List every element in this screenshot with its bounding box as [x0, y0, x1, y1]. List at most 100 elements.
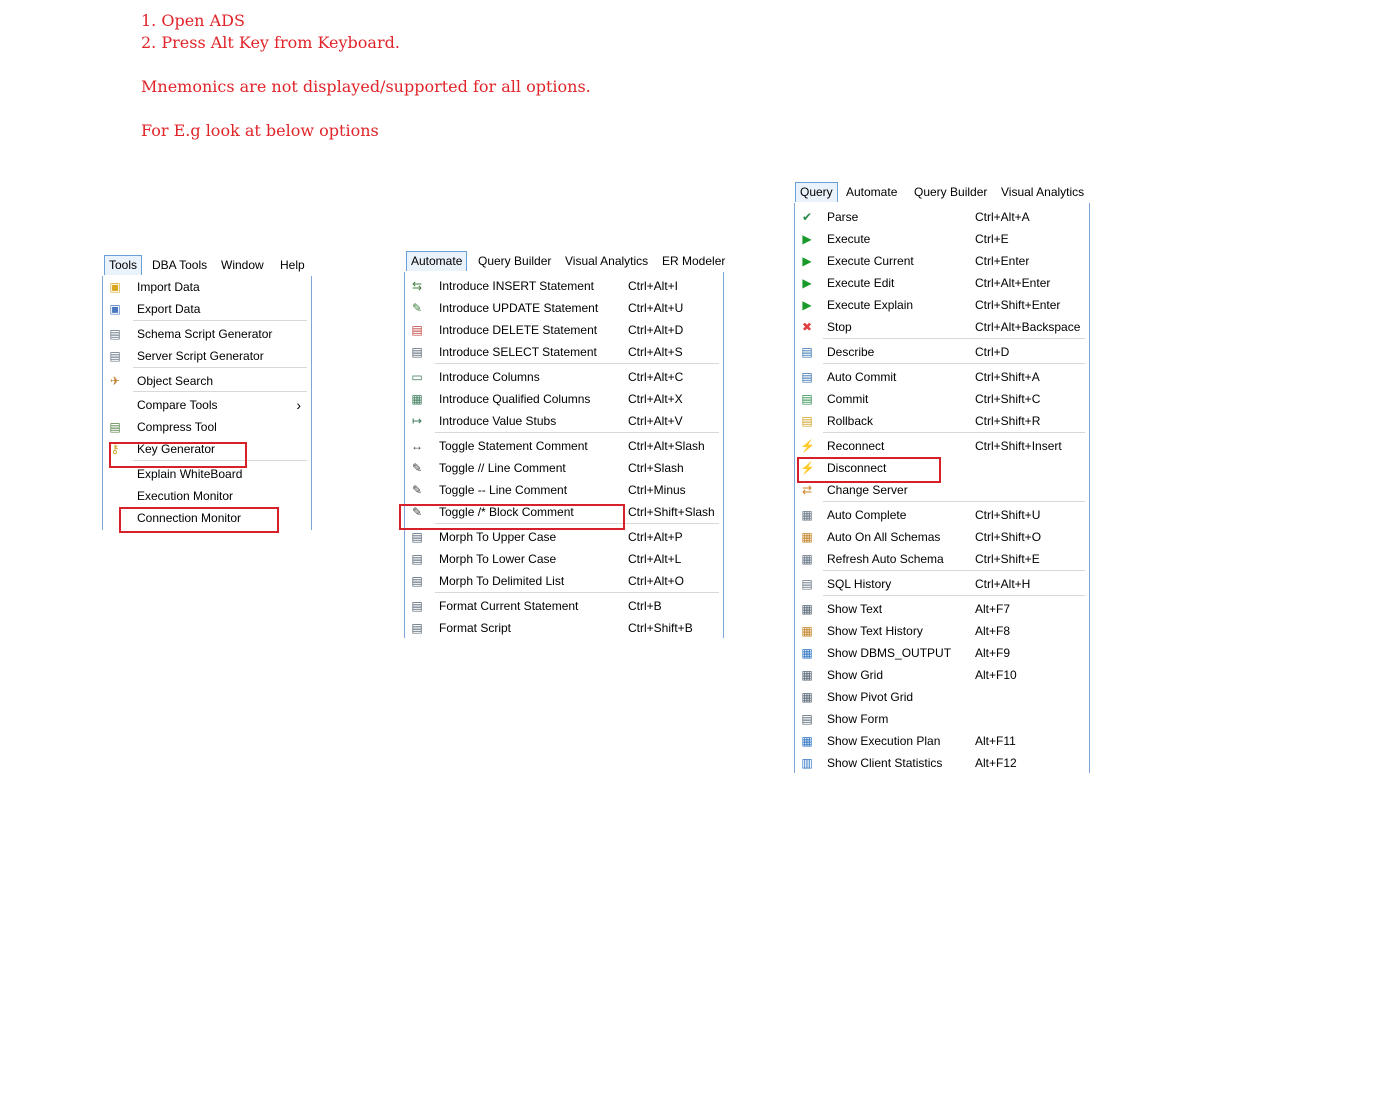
- menu-item-execute-explain[interactable]: ▶ Execute Explain Ctrl+Shift+Enter: [795, 294, 1089, 316]
- object-search-icon: ✈: [109, 374, 121, 388]
- menu-item-label: Rollback: [827, 414, 874, 428]
- menu-item-show-text-history[interactable]: ▦ Show Text History Alt+F8: [795, 620, 1089, 642]
- menu-item-schema-script-generator[interactable]: ▤ Schema Script Generator: [103, 323, 311, 345]
- parse-icon: ✔: [801, 210, 813, 224]
- menu-item-shortcut: Ctrl+Shift+A: [975, 370, 1040, 384]
- menu-item-morph-to-delimited-list[interactable]: ▤ Morph To Delimited List Ctrl+Alt+O: [405, 570, 723, 592]
- menu-item-label: Auto Complete: [827, 508, 907, 522]
- menu-item-introduce-select-statement[interactable]: ▤ Introduce SELECT Statement Ctrl+Alt+S: [405, 341, 723, 363]
- menubar-dba-tools[interactable]: DBA Tools: [152, 256, 207, 275]
- show-dbms-output-icon: ▦: [801, 646, 813, 660]
- menubar-er-modeler[interactable]: ER Modeler: [662, 252, 725, 271]
- menu-item-shortcut: Ctrl+Shift+U: [975, 508, 1041, 522]
- menu-item-auto-complete[interactable]: ▦ Auto Complete Ctrl+Shift+U: [795, 504, 1089, 526]
- menu-item-server-script-generator[interactable]: ▤ Server Script Generator: [103, 345, 311, 367]
- menu-item-shortcut: Alt+F9: [975, 646, 1011, 660]
- menu-item-shortcut: Ctrl+Alt+H: [975, 577, 1031, 591]
- menu-item-shortcut: Ctrl+Alt+X: [628, 392, 683, 406]
- menu-item-show-client-statistics[interactable]: ▥ Show Client Statistics Alt+F12: [795, 752, 1089, 774]
- menubar-query-builder[interactable]: Query Builder: [914, 183, 987, 202]
- execute-current-icon: ▶: [802, 254, 812, 268]
- menu-item-format-current-statement[interactable]: ▤ Format Current Statement Ctrl+B: [405, 595, 723, 617]
- menubar-automate[interactable]: Automate: [406, 251, 468, 271]
- menu-item-introduce-update-statement[interactable]: ✎ Introduce UPDATE Statement Ctrl+Alt+U: [405, 297, 723, 319]
- import-icon: ▣: [109, 280, 121, 294]
- menu-item-show-pivot-grid[interactable]: ▦ Show Pivot Grid: [795, 686, 1089, 708]
- menu-item-introduce-qualified-columns[interactable]: ▦ Introduce Qualified Columns Ctrl+Alt+X: [405, 388, 723, 410]
- menubar-tools[interactable]: Tools: [104, 255, 143, 275]
- menu-item-compare-tools[interactable]: Compare Tools ›: [103, 394, 311, 416]
- menu-item-execute-edit[interactable]: ▶ Execute Edit Ctrl+Alt+Enter: [795, 272, 1089, 294]
- menu-item-label: Introduce UPDATE Statement: [439, 301, 599, 315]
- menu-item-sql-history[interactable]: ▤ SQL History Ctrl+Alt+H: [795, 573, 1089, 595]
- annotation-highlight-box: [797, 457, 941, 483]
- menu-item-introduce-value-stubs[interactable]: ↦ Introduce Value Stubs Ctrl+Alt+V: [405, 410, 723, 432]
- menu-item-show-form[interactable]: ▤ Show Form: [795, 708, 1089, 730]
- menu-separator: [823, 363, 1085, 364]
- menu-separator: [133, 391, 307, 392]
- menu-item-execute[interactable]: ▶ Execute Ctrl+E: [795, 228, 1089, 250]
- menu-item-introduce-columns[interactable]: ▭ Introduce Columns Ctrl+Alt+C: [405, 366, 723, 388]
- menubar-query[interactable]: Query: [795, 182, 838, 202]
- menu-item-label: Show Grid: [827, 668, 884, 682]
- menu-separator: [823, 595, 1085, 596]
- menu-item-execute-current[interactable]: ▶ Execute Current Ctrl+Enter: [795, 250, 1089, 272]
- menu-item-toggle-line-comment[interactable]: ✎ Toggle -- Line Comment Ctrl+Minus: [405, 479, 723, 501]
- menu-item-shortcut: Ctrl+Alt+Slash: [628, 439, 705, 453]
- menu-item-format-script[interactable]: ▤ Format Script Ctrl+Shift+B: [405, 617, 723, 639]
- menu-item-introduce-delete-statement[interactable]: ▤ Introduce DELETE Statement Ctrl+Alt+D: [405, 319, 723, 341]
- show-exec-plan-icon: ▦: [801, 734, 813, 748]
- menu-item-import-data[interactable]: ▣ Import Data: [103, 276, 311, 298]
- menu-item-introduce-insert-statement[interactable]: ⇆ Introduce INSERT Statement Ctrl+Alt+I: [405, 275, 723, 297]
- menu-item-compress-tool[interactable]: ▤ Compress Tool: [103, 416, 311, 438]
- menu-item-label: Introduce Value Stubs: [439, 414, 557, 428]
- menu-item-shortcut: Ctrl+Alt+P: [628, 530, 683, 544]
- menu-item-auto-commit[interactable]: ▤ Auto Commit Ctrl+Shift+A: [795, 366, 1089, 388]
- menubar-query-builder[interactable]: Query Builder: [478, 252, 551, 271]
- menu-item-shortcut: Alt+F11: [975, 734, 1016, 748]
- menu-item-show-dbms-output[interactable]: ▦ Show DBMS_OUTPUT Alt+F9: [795, 642, 1089, 664]
- menu-item-label: Execution Monitor: [137, 489, 234, 503]
- menu-separator: [823, 338, 1085, 339]
- menu-item-rollback[interactable]: ▤ Rollback Ctrl+Shift+R: [795, 410, 1089, 432]
- menubar-visual-analytics[interactable]: Visual Analytics: [1001, 183, 1084, 202]
- menubar-help[interactable]: Help: [280, 256, 305, 275]
- menubar-visual-analytics[interactable]: Visual Analytics: [565, 252, 648, 271]
- menu-item-label: Stop: [827, 320, 852, 334]
- menu-item-reconnect[interactable]: ⚡ Reconnect Ctrl+Shift+Insert: [795, 435, 1089, 457]
- menu-item-shortcut: Ctrl+Shift+Slash: [628, 505, 715, 519]
- menu-item-shortcut: Alt+F12: [975, 756, 1017, 770]
- menu-item-label: Toggle Statement Comment: [439, 439, 588, 453]
- menu-item-label: Show Execution Plan: [827, 734, 941, 748]
- menu-separator: [823, 570, 1085, 571]
- menu-item-morph-to-lower-case[interactable]: ▤ Morph To Lower Case Ctrl+Alt+L: [405, 548, 723, 570]
- show-pivot-grid-icon: ▦: [801, 690, 813, 704]
- menu-item-describe[interactable]: ▤ Describe Ctrl+D: [795, 341, 1089, 363]
- menubar-window[interactable]: Window: [221, 256, 264, 275]
- menu-item-parse[interactable]: ✔ Parse Ctrl+Alt+A: [795, 206, 1089, 228]
- menu-item-show-text[interactable]: ▦ Show Text Alt+F7: [795, 598, 1089, 620]
- menu-item-object-search[interactable]: ✈ Object Search: [103, 370, 311, 392]
- menu-item-show-execution-plan[interactable]: ▦ Show Execution Plan Alt+F11: [795, 730, 1089, 752]
- menu-item-commit[interactable]: ▤ Commit Ctrl+Shift+C: [795, 388, 1089, 410]
- describe-icon: ▤: [801, 345, 813, 359]
- menu-item-shortcut: Alt+F7: [975, 602, 1011, 616]
- menu-item-toggle-statement-comment[interactable]: ↔ Toggle Statement Comment Ctrl+Alt+Slash: [405, 435, 723, 457]
- menu-item-toggle-line-comment[interactable]: ✎ Toggle // Line Comment Ctrl+Slash: [405, 457, 723, 479]
- change-server-icon: ⇄: [801, 483, 813, 497]
- note-line: For E.g look at below options: [141, 121, 379, 140]
- menu-item-auto-on-all-schemas[interactable]: ▦ Auto On All Schemas Ctrl+Shift+O: [795, 526, 1089, 548]
- tools-menu-screenshot: Tools DBA Tools Window Help ▣ Import Data…: [102, 255, 314, 533]
- menu-item-execution-monitor[interactable]: Execution Monitor: [103, 485, 311, 507]
- menu-item-label: SQL History: [827, 577, 892, 591]
- menu-item-refresh-auto-schema[interactable]: ▦ Refresh Auto Schema Ctrl+Shift+E: [795, 548, 1089, 570]
- menu-item-shortcut: Ctrl+Shift+O: [975, 530, 1042, 544]
- menu-item-show-grid[interactable]: ▦ Show Grid Alt+F10: [795, 664, 1089, 686]
- menu-item-shortcut: Ctrl+Shift+Enter: [975, 298, 1061, 312]
- auto-complete-icon: ▦: [801, 508, 813, 522]
- menu-item-label: Export Data: [137, 302, 201, 316]
- menubar-automate[interactable]: Automate: [846, 183, 897, 202]
- menu-item-label: Import Data: [137, 280, 200, 294]
- menu-item-stop[interactable]: ✖ Stop Ctrl+Alt+Backspace: [795, 316, 1089, 338]
- menu-item-export-data[interactable]: ▣ Export Data: [103, 298, 311, 320]
